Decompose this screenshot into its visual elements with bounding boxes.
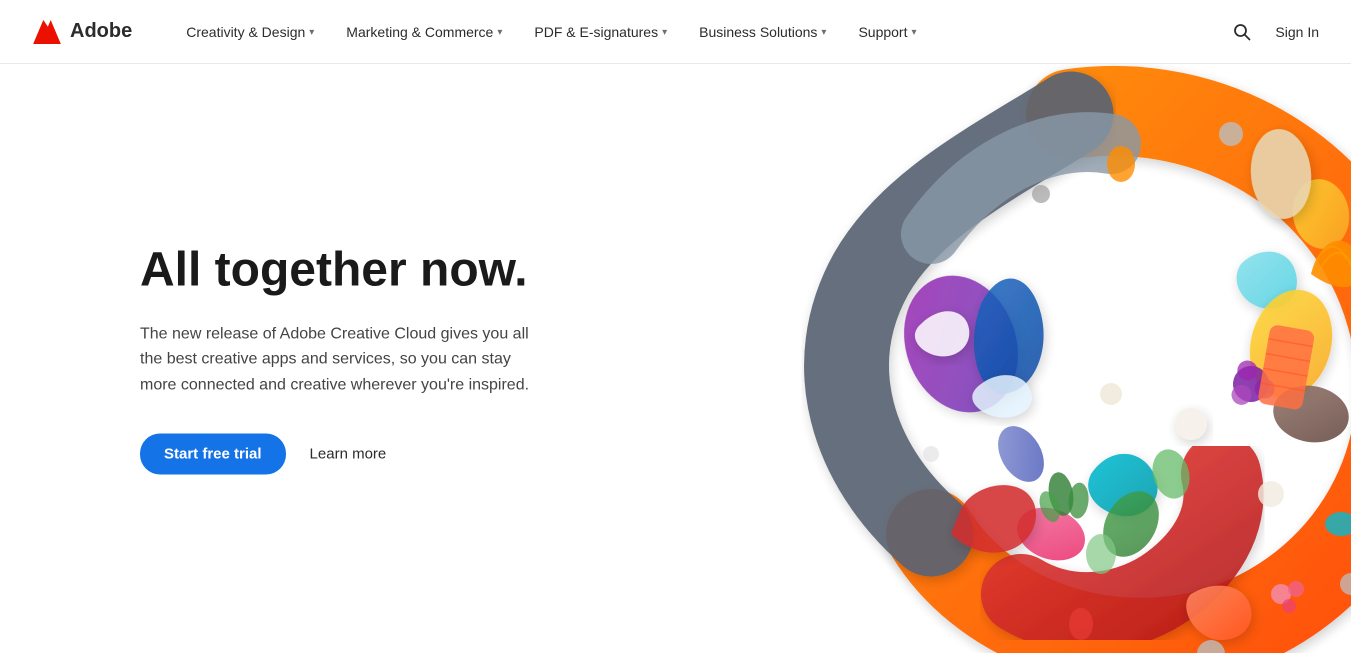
hero-content: All together now. The new release of Ado…	[140, 242, 540, 475]
hero-illustration	[591, 64, 1351, 653]
nav-item-support[interactable]: Support ▾	[844, 0, 930, 64]
hero-body: The new release of Adobe Creative Cloud …	[140, 321, 540, 398]
hero-headline: All together now.	[140, 242, 540, 297]
chevron-down-icon: ▾	[662, 27, 667, 38]
search-button[interactable]	[1229, 19, 1255, 45]
nav-right: Sign In	[1229, 19, 1319, 45]
adobe-logo-icon	[32, 20, 62, 44]
nav-item-marketing[interactable]: Marketing & Commerce ▾	[332, 0, 516, 64]
hero-actions: Start free trial Learn more	[140, 434, 540, 475]
nav-item-pdf[interactable]: PDF & E-signatures ▾	[520, 0, 681, 64]
main-nav: Adobe Creativity & Design ▾ Marketing & …	[0, 0, 1351, 64]
adobe-logo[interactable]: Adobe	[32, 20, 132, 44]
search-icon	[1233, 23, 1251, 41]
hero-section: All together now. The new release of Ado…	[0, 64, 1351, 653]
chevron-down-icon: ▾	[821, 27, 826, 38]
sign-in-link[interactable]: Sign In	[1275, 24, 1319, 40]
nav-item-business[interactable]: Business Solutions ▾	[685, 0, 840, 64]
start-free-trial-button[interactable]: Start free trial	[140, 434, 286, 475]
nav-item-creativity[interactable]: Creativity & Design ▾	[172, 0, 328, 64]
adobe-logo-text: Adobe	[70, 20, 132, 43]
chevron-down-icon: ▾	[497, 27, 502, 38]
learn-more-link[interactable]: Learn more	[310, 446, 387, 463]
chevron-down-icon: ▾	[309, 27, 314, 38]
nav-links: Creativity & Design ▾ Marketing & Commer…	[172, 0, 1229, 64]
creative-cloud-swirl	[591, 64, 1351, 653]
chevron-down-icon: ▾	[912, 27, 917, 38]
